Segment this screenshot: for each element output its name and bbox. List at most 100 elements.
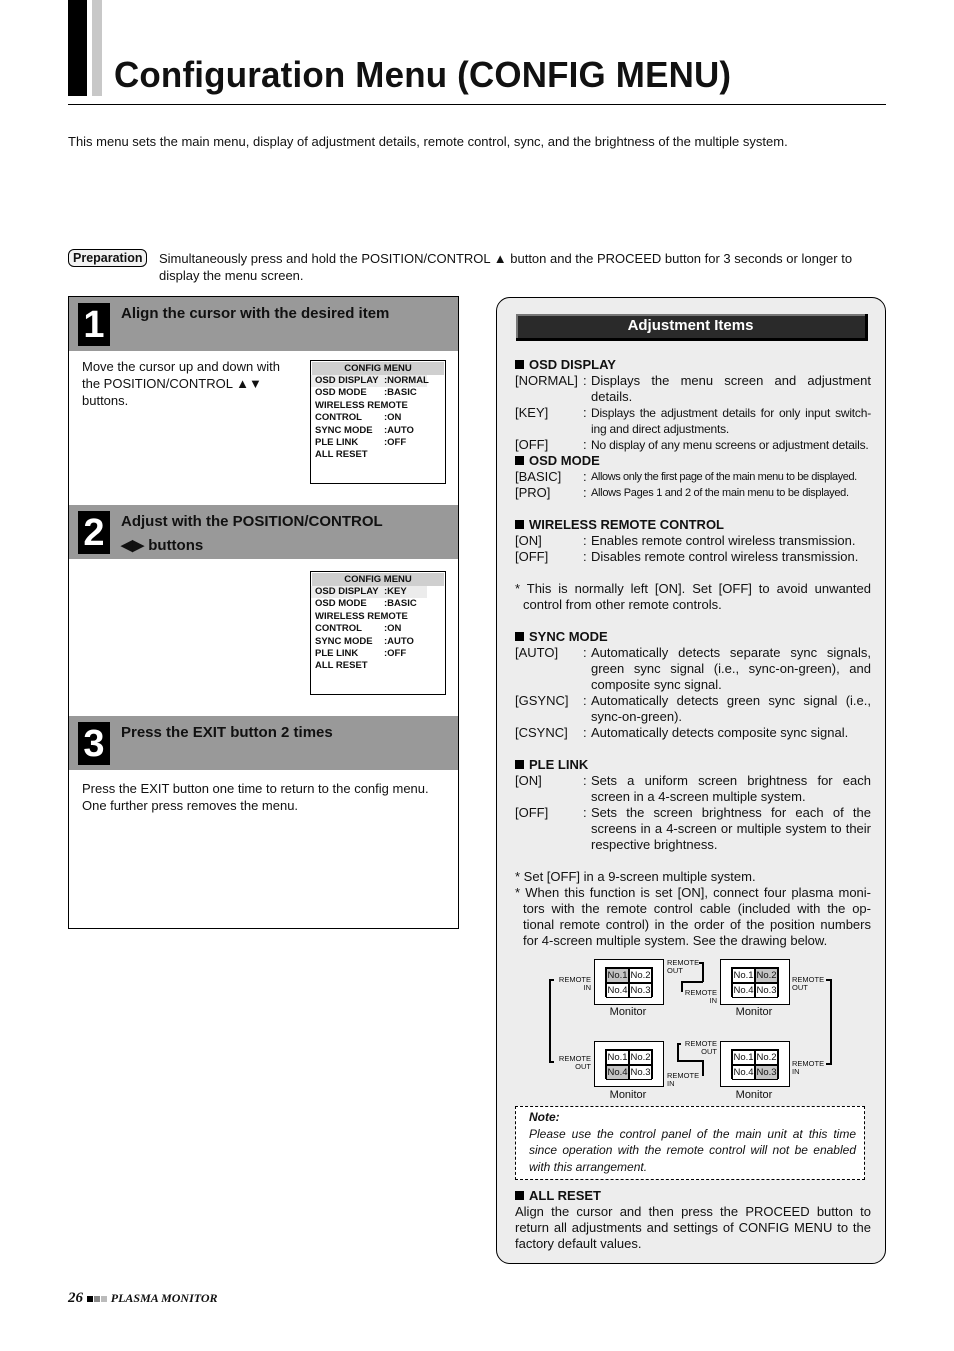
monitor-top-right: No.1 No.2 No.4 No.3 xyxy=(720,959,790,1005)
osd-label: WIRELESS REMOTE xyxy=(315,399,408,411)
section-osd-mode: OSD MODE [BASIC]: Allows only the first p… xyxy=(515,453,871,501)
grid-cell: No.1 xyxy=(606,1050,629,1065)
preparation-text: Simultaneously press and hold the POSITI… xyxy=(159,251,853,283)
section-title: SYNC MODE xyxy=(515,629,871,645)
option-key: [NORMAL] xyxy=(515,373,578,388)
colon: : xyxy=(583,805,587,820)
option-row: [AUTO]: Automatically detects separate sy… xyxy=(515,645,871,693)
option-desc: Enables remote control wireless transmis… xyxy=(591,533,856,548)
osd-value: :OFF xyxy=(384,436,407,448)
section-title: OSD MODE xyxy=(515,453,871,469)
section-all-reset: ALL RESET Align the cursor and then pres… xyxy=(515,1188,871,1252)
osd-row-osd-display: OSD DISPLAY:NORMAL xyxy=(311,375,429,388)
steps-panel: 1 Align the cursor with the desired item… xyxy=(68,296,459,929)
section-sync-mode: SYNC MODE [AUTO]: Automatically detects s… xyxy=(515,629,871,741)
option-key: [CSYNC] xyxy=(515,725,568,740)
osd-value: :ON xyxy=(384,412,402,424)
page-number: 26 xyxy=(68,1290,83,1306)
osd-value: :ON xyxy=(384,623,402,635)
monitor-top-left: No.1 No.2 No.4 No.3 xyxy=(594,959,664,1005)
monitor-label: Monitor xyxy=(609,1089,647,1101)
step-1-body: Move the cursor up and down with the POS… xyxy=(82,359,280,408)
preparation-badge: Preparation xyxy=(68,249,148,267)
grid-cell: No.3 xyxy=(755,1065,778,1080)
colon: : xyxy=(583,549,587,564)
config-menu-osd-1: CONFIG MENU OSD DISPLAY:NORMAL OSD MODE:… xyxy=(310,360,446,484)
remote-out-label: REMOTE OUT xyxy=(558,1054,591,1071)
bullet-square-icon xyxy=(515,456,524,465)
config-menu-osd-2: CONFIG MENU OSD DISPLAY:KEY OSD MODE:BAS… xyxy=(310,571,446,695)
cable-line xyxy=(830,979,832,1065)
cable-line xyxy=(549,1061,554,1063)
monitor-label: Monitor xyxy=(609,1006,647,1018)
section-ple-link: PLE LINK [ON]: Sets a uniform screen brig… xyxy=(515,757,871,949)
osd-row-wireless-remote: WIRELESS REMOTE xyxy=(311,611,445,623)
osd-label: CONTROL xyxy=(315,623,362,635)
osd-row-wireless-remote: WIRELESS REMOTE xyxy=(311,400,445,412)
osd-value: :BASIC xyxy=(384,387,417,399)
grid-cell: No.2 xyxy=(755,1050,778,1065)
option-key: [ON] xyxy=(515,773,542,788)
osd-label: OSD MODE xyxy=(315,387,367,399)
option-key: [OFF] xyxy=(515,549,549,564)
option-desc: Sets the screen brightness for each of t… xyxy=(591,805,871,852)
colon: : xyxy=(583,485,587,500)
remote-in-label: REMOTE IN xyxy=(792,1059,825,1076)
option-row: [OFF]: Disables remote control wireless t… xyxy=(515,549,871,565)
option-desc: No display of any menu screens or adjust… xyxy=(591,438,869,452)
colon: : xyxy=(583,373,587,388)
remote-in-label: REMOTE IN xyxy=(684,988,717,1005)
option-key: [OFF] xyxy=(515,437,549,452)
cable-line xyxy=(677,1060,704,1062)
cable-line xyxy=(826,979,831,981)
section-title: WIRELESS REMOTE CONTROL xyxy=(515,517,871,533)
osd-label: ALL RESET xyxy=(315,449,368,461)
step-3-header: 3 Press the EXIT button 2 times xyxy=(69,716,458,770)
option-row: [KEY]: Displays the adjustment details fo… xyxy=(515,405,871,437)
cable-line xyxy=(826,1063,831,1065)
colon: : xyxy=(583,693,587,708)
cable-line xyxy=(681,981,703,983)
osd-row-all-reset: ALL RESET xyxy=(311,660,445,672)
option-desc: Displays the adjustment details for only… xyxy=(591,406,871,436)
grid-cell: No.1 xyxy=(606,968,629,983)
bullet-square-icon xyxy=(515,360,524,369)
osd-row-sync-mode: SYNC MODE:AUTO xyxy=(311,425,445,437)
cable-line xyxy=(549,979,554,981)
monitor-bottom-left: No.1 No.2 No.4 No.3 xyxy=(594,1041,664,1087)
osd-row-osd-mode: OSD MODE:BASIC xyxy=(311,598,445,610)
intro-text: This menu sets the main menu, display of… xyxy=(68,134,788,149)
colon: : xyxy=(583,645,587,660)
osd-label: SYNC MODE xyxy=(315,635,373,647)
grid-cell: No.2 xyxy=(629,968,652,983)
cable-line xyxy=(702,962,704,982)
step-3-title: Press the EXIT button 2 times xyxy=(121,724,333,741)
grid-cell: No.4 xyxy=(606,983,629,998)
remote-out-label: REMOTE OUT xyxy=(684,1039,717,1056)
section-wireless-remote-control: WIRELESS REMOTE CONTROL [ON]: Enables rem… xyxy=(515,517,871,613)
cable-line xyxy=(677,1043,681,1045)
bullet-square-icon xyxy=(515,632,524,641)
grid-cell: No.1 xyxy=(732,1050,755,1065)
adjustment-items-panel: Adjustment Items OSD DISPLAY [NORMAL]: Di… xyxy=(496,297,886,1264)
monitor-grid: No.1 No.2 No.4 No.3 xyxy=(605,1049,653,1080)
cable-line xyxy=(699,962,703,964)
bullet-square-icon xyxy=(515,760,524,769)
option-desc: Automatically detects composite sync sig… xyxy=(591,725,849,740)
option-desc: Displays the menu screen and adjustment … xyxy=(591,373,871,404)
section-title-text: SYNC MODE xyxy=(529,629,608,644)
option-desc: Sets a uniform screen brightness for eac… xyxy=(591,773,871,804)
monitor-label: Monitor xyxy=(735,1089,773,1101)
osd-value: :AUTO xyxy=(384,635,414,647)
option-key: [KEY] xyxy=(515,405,549,420)
section-title-text: WIRELESS REMOTE CONTROL xyxy=(529,517,724,532)
grid-cell: No.2 xyxy=(755,968,778,983)
osd-value: :OFF xyxy=(384,647,407,659)
osd-row-sync-mode: SYNC MODE :AUTO xyxy=(311,636,445,648)
option-row: [OFF]: Sets the screen brightness for eac… xyxy=(515,805,871,853)
section-title: PLE LINK xyxy=(515,757,871,773)
osd-row-ple-link: PLE LINK:OFF xyxy=(311,437,445,449)
grid-cell: No.4 xyxy=(732,983,755,998)
cable-line xyxy=(549,979,551,1063)
section-title: OSD DISPLAY xyxy=(515,357,871,373)
